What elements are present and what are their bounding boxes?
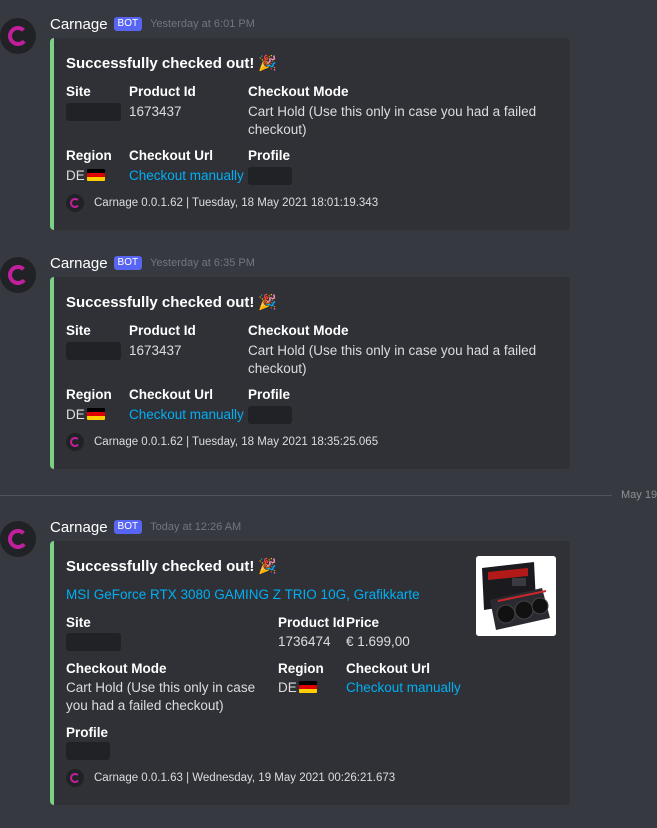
party-popper-icon: 🎉 (258, 55, 278, 72)
field-region-value: DE (66, 406, 105, 424)
date-divider-label: May 19 (621, 489, 657, 501)
footer-text: Carnage 0.0.1.63 | Wednesday, 19 May 202… (94, 772, 396, 784)
product-title-link[interactable]: MSI GeForce RTX 3080 GAMING Z TRIO 10G, … (66, 587, 420, 602)
message-header: Carnage BOT Yesterday at 6:35 PM (50, 253, 255, 273)
message-header: Carnage BOT Yesterday at 6:01 PM (50, 14, 255, 34)
germany-flag-icon (86, 169, 105, 181)
graphics-card-image (476, 556, 556, 636)
germany-flag-icon (86, 408, 105, 420)
region-code: DE (278, 680, 297, 695)
redacted-site-value (66, 342, 121, 360)
field-product-id-value: 1673437 (129, 343, 182, 358)
carnage-footer-icon (66, 194, 84, 212)
embed-footer: Carnage 0.0.1.62 | Tuesday, 18 May 2021 … (66, 433, 378, 451)
field-site-label: Site (66, 84, 91, 99)
bot-avatar[interactable] (0, 18, 36, 54)
embed-title: Successfully checked out! 🎉 (66, 293, 277, 311)
field-product-id-label: Product Id (129, 84, 196, 99)
embed-footer: Carnage 0.0.1.62 | Tuesday, 18 May 2021 … (66, 194, 378, 212)
bot-avatar[interactable] (0, 257, 36, 293)
redacted-site-value (66, 103, 121, 121)
field-checkout-mode-label: Checkout Mode (248, 84, 349, 99)
redacted-profile-value (248, 167, 292, 185)
checkout-manually-link[interactable]: Checkout manually (129, 167, 244, 185)
username[interactable]: Carnage (50, 255, 108, 272)
field-profile-label: Profile (248, 387, 291, 402)
username[interactable]: Carnage (50, 519, 108, 536)
redacted-profile-value (66, 742, 110, 760)
region-code: DE (66, 407, 85, 422)
bot-tag: BOT (113, 17, 143, 31)
checkout-embed: Successfully checked out! 🎉 Site Product … (50, 277, 570, 469)
carnage-logo-icon (8, 26, 28, 46)
message: Carnage BOT Yesterday at 6:35 PM Success… (0, 253, 657, 469)
field-checkout-mode-value: Cart Hold (Use this only in case you had… (248, 343, 537, 376)
field-checkout-url-label: Checkout Url (129, 148, 214, 163)
bot-tag: BOT (113, 520, 143, 534)
redacted-profile-value (248, 406, 292, 424)
embed-footer: Carnage 0.0.1.63 | Wednesday, 19 May 202… (66, 769, 395, 787)
checkout-manually-link[interactable]: Checkout manually (346, 679, 461, 697)
field-price-value: € 1.699,00 (346, 634, 410, 649)
field-product-id-label: Product Id (129, 323, 196, 338)
embed-title-text: Successfully checked out! (66, 558, 255, 575)
carnage-logo-icon (8, 529, 28, 549)
field-region-label: Region (278, 661, 324, 676)
embed-title: Successfully checked out! 🎉 (66, 557, 277, 575)
bot-avatar[interactable] (0, 521, 36, 557)
checkout-manually-link[interactable]: Checkout manually (129, 406, 244, 424)
field-checkout-mode-value: Cart Hold (Use this only in case you had… (248, 104, 537, 137)
message-timestamp[interactable]: Today at 12:26 AM (150, 521, 241, 533)
field-region-value: DE (66, 167, 105, 185)
field-site-label: Site (66, 323, 91, 338)
party-popper-icon: 🎉 (258, 558, 278, 575)
germany-flag-icon (298, 681, 317, 693)
carnage-logo-icon (8, 265, 28, 285)
field-checkout-mode-value: Cart Hold (Use this only in case you had… (66, 680, 256, 713)
footer-text: Carnage 0.0.1.62 | Tuesday, 18 May 2021 … (94, 436, 379, 448)
field-product-id-value: 1673437 (129, 104, 182, 119)
party-popper-icon: 🎉 (258, 294, 278, 311)
message: Carnage BOT Today at 12:26 AM Successful… (0, 517, 657, 807)
message-header: Carnage BOT Today at 12:26 AM (50, 517, 241, 537)
embed-title-text: Successfully checked out! (66, 55, 255, 72)
date-divider-line (0, 495, 612, 496)
field-region-label: Region (66, 387, 112, 402)
message-timestamp[interactable]: Yesterday at 6:35 PM (150, 257, 255, 269)
message-timestamp[interactable]: Yesterday at 6:01 PM (150, 18, 255, 30)
field-checkout-mode-label: Checkout Mode (248, 323, 349, 338)
field-checkout-mode-label: Checkout Mode (66, 661, 167, 676)
embed-title: Successfully checked out! 🎉 (66, 54, 277, 72)
message: Carnage BOT Yesterday at 6:01 PM Success… (0, 14, 657, 230)
region-code: DE (66, 168, 85, 183)
embed-title-text: Successfully checked out! (66, 294, 255, 311)
checkout-embed: Successfully checked out! 🎉 Site Product … (50, 38, 570, 230)
checkout-embed: Successfully checked out! 🎉 MSI GeForce R… (50, 541, 570, 805)
field-profile-label: Profile (248, 148, 291, 163)
field-product-id-value: 1736474 (278, 634, 331, 649)
bot-tag: BOT (113, 256, 143, 270)
field-checkout-url-label: Checkout Url (346, 661, 431, 676)
field-region-value: DE (278, 679, 317, 697)
carnage-footer-icon (66, 769, 84, 787)
field-product-id-label: Product Id (278, 615, 345, 630)
field-profile-label: Profile (66, 725, 109, 740)
redacted-site-value (66, 633, 121, 651)
field-region-label: Region (66, 148, 112, 163)
footer-text: Carnage 0.0.1.62 | Tuesday, 18 May 2021 … (94, 197, 379, 209)
username[interactable]: Carnage (50, 16, 108, 33)
graphics-card-thumbnail[interactable] (476, 556, 556, 636)
field-price-label: Price (346, 615, 380, 630)
carnage-footer-icon (66, 433, 84, 451)
field-site-label: Site (66, 615, 91, 630)
field-checkout-url-label: Checkout Url (129, 387, 214, 402)
